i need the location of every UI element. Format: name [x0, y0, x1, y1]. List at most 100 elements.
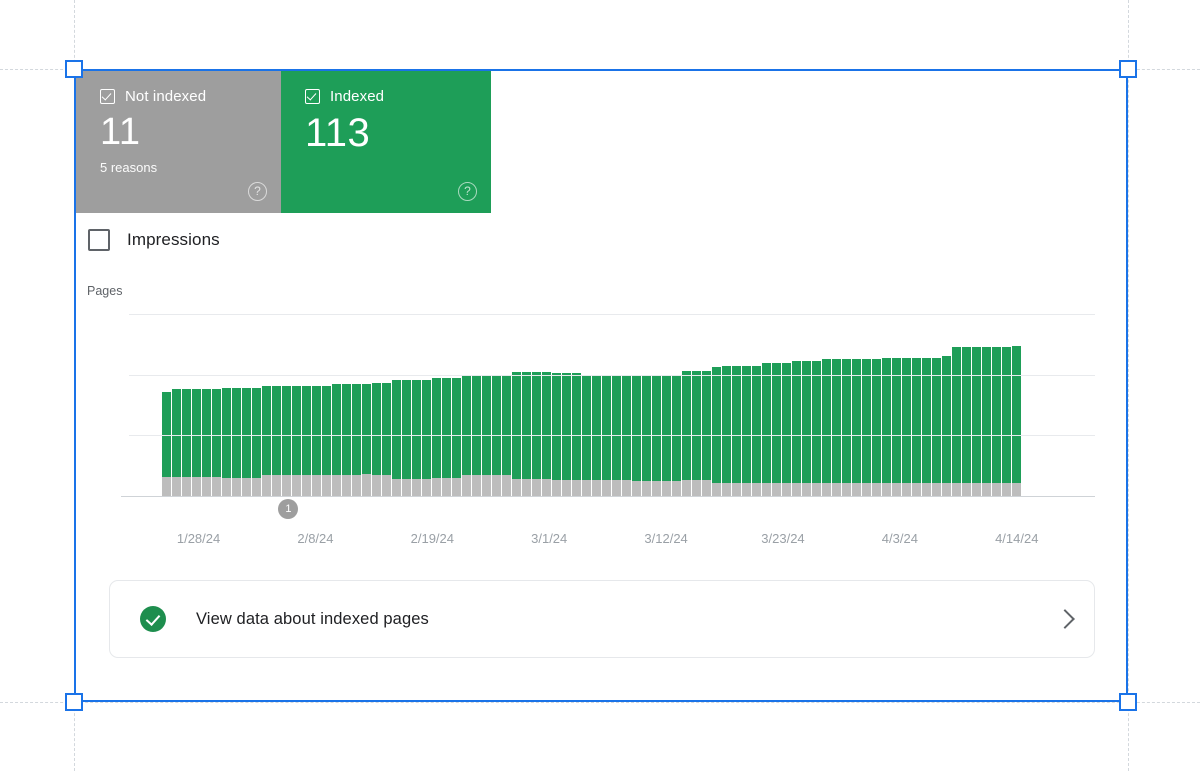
chart-bar[interactable] [872, 358, 881, 496]
chart-plot-area[interactable]: 150100500 [121, 314, 1095, 497]
chart-bar[interactable] [962, 346, 971, 496]
chart-bar[interactable] [992, 346, 1001, 496]
bar-segment-indexed [192, 389, 201, 477]
chart-annotation-marker[interactable]: 1 [278, 499, 299, 519]
bar-segment-not-indexed [832, 482, 841, 496]
not-indexed-checkbox[interactable] [100, 89, 115, 104]
chart-bar[interactable] [442, 378, 451, 496]
chart-bar[interactable] [732, 366, 741, 496]
chart-bar[interactable] [202, 389, 211, 496]
chart-bar[interactable] [772, 362, 781, 496]
chevron-right-icon[interactable] [1055, 609, 1075, 629]
chart-bar[interactable] [192, 389, 201, 496]
chart-bar[interactable] [512, 372, 521, 496]
chart-bar[interactable] [172, 389, 181, 496]
chart-bar[interactable] [792, 361, 801, 496]
chart-bar[interactable] [942, 356, 951, 496]
chart-bar[interactable] [932, 357, 941, 496]
chart-bar[interactable] [802, 361, 811, 496]
chart-bar[interactable] [842, 358, 851, 496]
chart-bar[interactable] [322, 385, 331, 496]
chart-bar[interactable] [342, 384, 351, 496]
bar-segment-not-indexed [212, 476, 221, 496]
chart-bar[interactable] [262, 385, 271, 496]
chart-bar[interactable] [222, 388, 231, 496]
chart-bar[interactable] [522, 372, 531, 496]
chart-bar[interactable] [252, 388, 261, 496]
chart-bar[interactable] [312, 385, 321, 496]
chart-bar[interactable] [972, 346, 981, 496]
view-indexed-pages-card[interactable]: View data about indexed pages [109, 580, 1095, 658]
chart-bar[interactable] [692, 371, 701, 496]
bar-segment-not-indexed [632, 481, 641, 496]
bar-segment-indexed [292, 385, 301, 476]
chart-bar[interactable] [752, 366, 761, 496]
bar-segment-not-indexed [512, 479, 521, 496]
chart-bar[interactable] [242, 388, 251, 496]
chart-bar[interactable] [372, 383, 381, 496]
help-icon-not-indexed[interactable]: ? [248, 182, 267, 201]
chart-bar[interactable] [542, 372, 551, 496]
chart-bar[interactable] [352, 384, 361, 496]
resize-handle-bottom-right[interactable] [1119, 693, 1137, 711]
chart-bar[interactable] [292, 385, 301, 496]
status-card-indexed[interactable]: Indexed 113 ? [281, 71, 491, 213]
bar-segment-not-indexed [312, 475, 321, 496]
impressions-checkbox[interactable] [88, 229, 110, 251]
bar-segment-not-indexed [842, 482, 851, 496]
chart-bar[interactable] [1002, 346, 1011, 496]
x-axis-labels: 1/28/24 2/8/24 2/19/24 3/1/24 3/12/24 3/23/24… [129, 499, 1095, 551]
indexed-checkbox[interactable] [305, 89, 320, 104]
chart-bar[interactable] [412, 379, 421, 496]
chart-bar[interactable] [852, 358, 861, 496]
bar-segment-indexed [702, 371, 711, 481]
chart-bar[interactable] [402, 379, 411, 496]
bar-segment-not-indexed [732, 482, 741, 496]
chart-bar[interactable] [382, 383, 391, 496]
resize-handle-bottom-left[interactable] [65, 693, 83, 711]
chart-bar[interactable] [272, 385, 281, 496]
chart-bar[interactable] [892, 357, 901, 496]
not-indexed-reasons[interactable]: 5 reasons [100, 161, 261, 175]
resize-handle-top-left[interactable] [65, 60, 83, 78]
chart-bar[interactable] [282, 385, 291, 496]
chart-bar[interactable] [812, 361, 821, 496]
chart-bar[interactable] [722, 366, 731, 496]
chart-bar[interactable] [952, 346, 961, 496]
chart-bar[interactable] [702, 371, 711, 496]
bar-segment-indexed [632, 374, 641, 482]
chart-bar[interactable] [332, 384, 341, 496]
chart-bar[interactable] [882, 357, 891, 496]
chart-bar[interactable] [922, 357, 931, 496]
chart-bar[interactable] [212, 389, 221, 496]
chart-bar[interactable] [302, 385, 311, 496]
chart-bar[interactable] [432, 378, 441, 496]
chart-bar[interactable] [532, 372, 541, 496]
chart-bar[interactable] [232, 388, 241, 496]
bar-segment-not-indexed [762, 482, 771, 496]
help-icon-indexed[interactable]: ? [458, 182, 477, 201]
status-card-not-indexed[interactable]: Not indexed 11 5 reasons ? [76, 71, 281, 213]
resize-handle-top-right[interactable] [1119, 60, 1137, 78]
chart-bar[interactable] [422, 379, 431, 496]
impressions-toggle[interactable]: Impressions [88, 229, 220, 251]
bar-segment-indexed [362, 384, 371, 475]
chart-bar[interactable] [782, 362, 791, 496]
chart-bar[interactable] [862, 358, 871, 496]
chart-bar[interactable] [362, 384, 371, 496]
chart-bar[interactable] [912, 357, 921, 496]
chart-bar[interactable] [832, 358, 841, 496]
chart-bar[interactable] [392, 379, 401, 496]
chart-bar[interactable] [822, 358, 831, 496]
chart-bar[interactable] [712, 367, 721, 496]
chart-bar[interactable] [452, 378, 461, 496]
chart-bar[interactable] [682, 371, 691, 496]
chart-bar[interactable] [742, 366, 751, 496]
chart-bar[interactable] [1012, 345, 1021, 496]
bar-segment-not-indexed [432, 477, 441, 496]
chart-bar[interactable] [162, 391, 171, 496]
chart-bar[interactable] [902, 357, 911, 496]
chart-bar[interactable] [182, 389, 191, 496]
chart-bar[interactable] [762, 362, 771, 496]
chart-bar[interactable] [982, 346, 991, 496]
